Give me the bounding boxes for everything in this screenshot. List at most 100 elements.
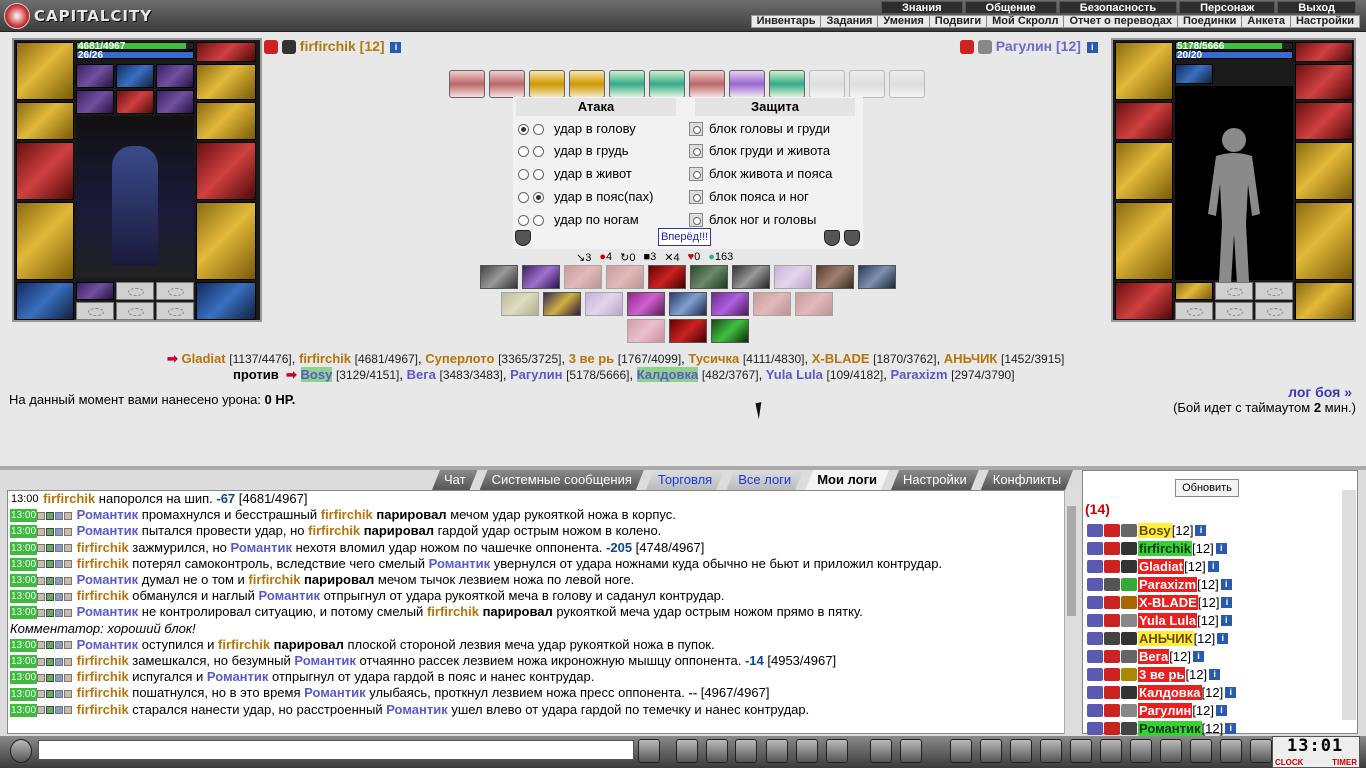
menu-duels[interactable]: Поединки: [1176, 16, 1241, 27]
player-link[interactable]: firfirchik: [308, 523, 360, 538]
player-list-item[interactable]: АНЬЧИК [12] i: [1087, 630, 1229, 647]
rune-slot-3[interactable]: [156, 64, 194, 88]
battle-log-link[interactable]: лог боя »: [1288, 384, 1352, 400]
skill-18[interactable]: [795, 292, 833, 316]
helmet-slot[interactable]: [16, 42, 74, 100]
radio-b[interactable]: [533, 191, 544, 203]
private-icon[interactable]: [1087, 722, 1103, 735]
private-icon[interactable]: [1087, 614, 1103, 627]
info-icon[interactable]: i: [1220, 579, 1232, 590]
scroll-slot-3[interactable]: [529, 70, 565, 98]
player-avatar[interactable]: [76, 116, 194, 278]
skill-6[interactable]: [690, 265, 728, 289]
ring-slot[interactable]: [1295, 42, 1353, 62]
amulet-slot[interactable]: [1295, 64, 1353, 100]
scroll-slot-7[interactable]: [689, 70, 725, 98]
attack-row[interactable]: удар в пояс(пах): [518, 187, 653, 207]
player-link[interactable]: Романтик: [294, 653, 356, 668]
bracer-slot[interactable]: [196, 102, 256, 140]
clan-icon[interactable]: [1104, 704, 1120, 717]
team-member[interactable]: Вега: [407, 367, 436, 382]
skill-5[interactable]: [648, 265, 686, 289]
radio-a[interactable]: [518, 123, 529, 135]
team-member[interactable]: firfirchik: [299, 351, 351, 366]
exit-icon[interactable]: [1250, 739, 1272, 763]
enemy-avatar[interactable]: [1175, 86, 1293, 300]
attack-row[interactable]: удар в грудь: [518, 141, 629, 161]
info-icon[interactable]: i: [1192, 651, 1204, 662]
action-icon-2[interactable]: [980, 739, 1002, 763]
action-icon-4[interactable]: [1040, 739, 1062, 763]
team-member[interactable]: Калдовка: [636, 367, 699, 382]
menu-transfers[interactable]: Отчет о переводах: [1063, 16, 1177, 27]
align-icon[interactable]: [1121, 596, 1137, 609]
clan-icon[interactable]: [1104, 632, 1120, 645]
skill-9[interactable]: [816, 265, 854, 289]
defense-row[interactable]: блок живота и пояса: [689, 164, 832, 184]
private-icon[interactable]: [1087, 686, 1103, 699]
player-list-name[interactable]: Рагулин: [1138, 703, 1193, 718]
filter-icon[interactable]: [706, 739, 728, 763]
smiley-menu-icon[interactable]: [10, 739, 32, 763]
player-list-name[interactable]: Yula Lula: [1138, 613, 1198, 628]
player-link[interactable]: firfirchik: [77, 702, 129, 717]
defense-radio[interactable]: [689, 213, 703, 227]
rune-slot-5[interactable]: [116, 90, 154, 114]
action-icon-3[interactable]: [1010, 739, 1032, 763]
skill-1[interactable]: [480, 265, 518, 289]
ring-slot[interactable]: [196, 42, 256, 62]
scroll-slot-6[interactable]: [649, 70, 685, 98]
skill-4[interactable]: [606, 265, 644, 289]
scroll-slot-4[interactable]: [569, 70, 605, 98]
menu-inventory[interactable]: Инвентарь: [752, 16, 821, 27]
tab-conflicts[interactable]: Конфликты: [981, 470, 1073, 490]
player-link[interactable]: Романтик: [77, 572, 139, 587]
gloves-slot[interactable]: [16, 102, 74, 140]
player-link[interactable]: Романтик: [304, 685, 366, 700]
team-member[interactable]: Yula Lula: [766, 367, 823, 382]
player-link[interactable]: Романтик: [386, 702, 448, 717]
align-icon[interactable]: [1121, 632, 1137, 645]
scroll-slot-8[interactable]: [729, 70, 765, 98]
empty-slot-3[interactable]: [1175, 302, 1213, 320]
menu-my-scroll[interactable]: Мой Скролл: [986, 16, 1063, 27]
team-member[interactable]: 3 ве рь: [569, 351, 614, 366]
action-icon-10[interactable]: [1220, 739, 1242, 763]
radio-a[interactable]: [518, 214, 529, 226]
clan-icon[interactable]: [1104, 650, 1120, 663]
private-icon[interactable]: [1087, 524, 1103, 537]
team-member[interactable]: X-BLADE: [812, 351, 870, 366]
clan-icon[interactable]: [1104, 578, 1120, 591]
radio-a[interactable]: [518, 191, 529, 203]
info-icon[interactable]: i: [1215, 543, 1227, 554]
radio-b[interactable]: [533, 168, 544, 180]
player-link[interactable]: firfirchik: [77, 588, 129, 603]
clan-icon[interactable]: [1104, 524, 1120, 537]
radio-a[interactable]: [518, 145, 529, 157]
chat-scrollbar[interactable]: [1064, 490, 1078, 734]
radio-b[interactable]: [533, 214, 544, 226]
rune-slot-6[interactable]: [156, 90, 194, 114]
skill-12[interactable]: [543, 292, 581, 316]
empty-slot-5[interactable]: [156, 302, 194, 320]
align-icon[interactable]: [1121, 524, 1137, 537]
team-member[interactable]: Суперлото: [425, 351, 494, 366]
team-member[interactable]: Paraxizm: [890, 367, 947, 382]
player-list-name[interactable]: АНЬЧИК: [1138, 631, 1194, 646]
skill-8[interactable]: [774, 265, 812, 289]
player-link[interactable]: Романтик: [259, 588, 321, 603]
tab-chat[interactable]: Чат: [432, 470, 478, 490]
player-list-item[interactable]: Bosy [12] i: [1087, 522, 1207, 539]
private-icon[interactable]: [1087, 542, 1103, 555]
player-list-item[interactable]: Yula Lula [12] i: [1087, 612, 1232, 629]
defense-radio[interactable]: [689, 144, 703, 158]
player-link[interactable]: firfirchik: [321, 507, 373, 522]
walk-icon[interactable]: [766, 739, 788, 763]
attack-row[interactable]: удар в живот: [518, 164, 632, 184]
menu-character[interactable]: Персонаж: [1179, 1, 1276, 14]
private-icon[interactable]: [1087, 650, 1103, 663]
scroll-slot-2[interactable]: [489, 70, 525, 98]
player-link[interactable]: Романтик: [77, 507, 139, 522]
player-link[interactable]: firfirchik: [43, 491, 95, 506]
rune-slot-1[interactable]: [76, 64, 114, 88]
